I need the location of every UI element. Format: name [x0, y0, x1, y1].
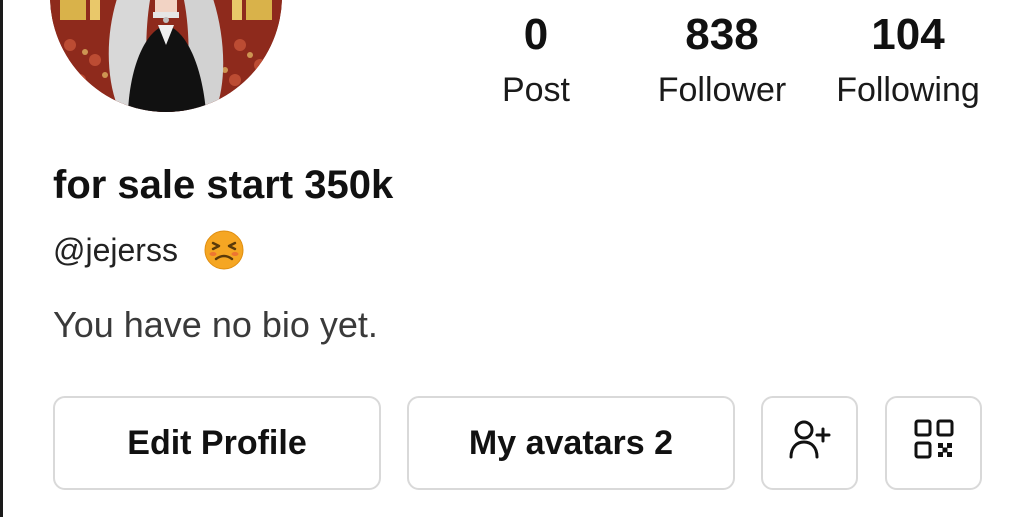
tired-face-emoji-icon — [204, 230, 244, 270]
post-count: 0 — [523, 10, 549, 59]
profile-avatar[interactable] — [50, 0, 282, 112]
edit-profile-button[interactable]: Edit Profile — [53, 396, 381, 490]
edit-profile-label: Edit Profile — [127, 423, 307, 462]
add-user-icon — [788, 417, 832, 470]
bio-text: You have no bio yet. — [53, 304, 378, 345]
handle-row: @jejerss — [53, 228, 244, 272]
qr-code-button[interactable] — [885, 396, 982, 490]
follower-label: Follower — [657, 71, 787, 109]
username-handle: @jejerss — [53, 232, 178, 268]
stat-following[interactable]: 104 Following — [818, 10, 998, 110]
add-friend-button[interactable] — [761, 396, 858, 490]
following-label: Following — [836, 71, 980, 109]
stat-followers[interactable]: 838 Follower — [632, 10, 812, 110]
post-label: Post — [501, 71, 571, 109]
stat-posts[interactable]: 0 Post — [446, 10, 626, 110]
qr-code-icon — [913, 418, 955, 469]
display-name: for sale start 350k — [53, 163, 394, 207]
my-avatars-button[interactable]: My avatars 2 — [407, 396, 735, 490]
profile-screen: 0 Post 838 Follower 104 Following for sa… — [0, 0, 1033, 517]
my-avatars-label: My avatars 2 — [468, 423, 674, 462]
following-count: 104 — [871, 10, 945, 59]
follower-count: 838 — [685, 10, 759, 59]
left-edge-divider — [0, 0, 3, 517]
